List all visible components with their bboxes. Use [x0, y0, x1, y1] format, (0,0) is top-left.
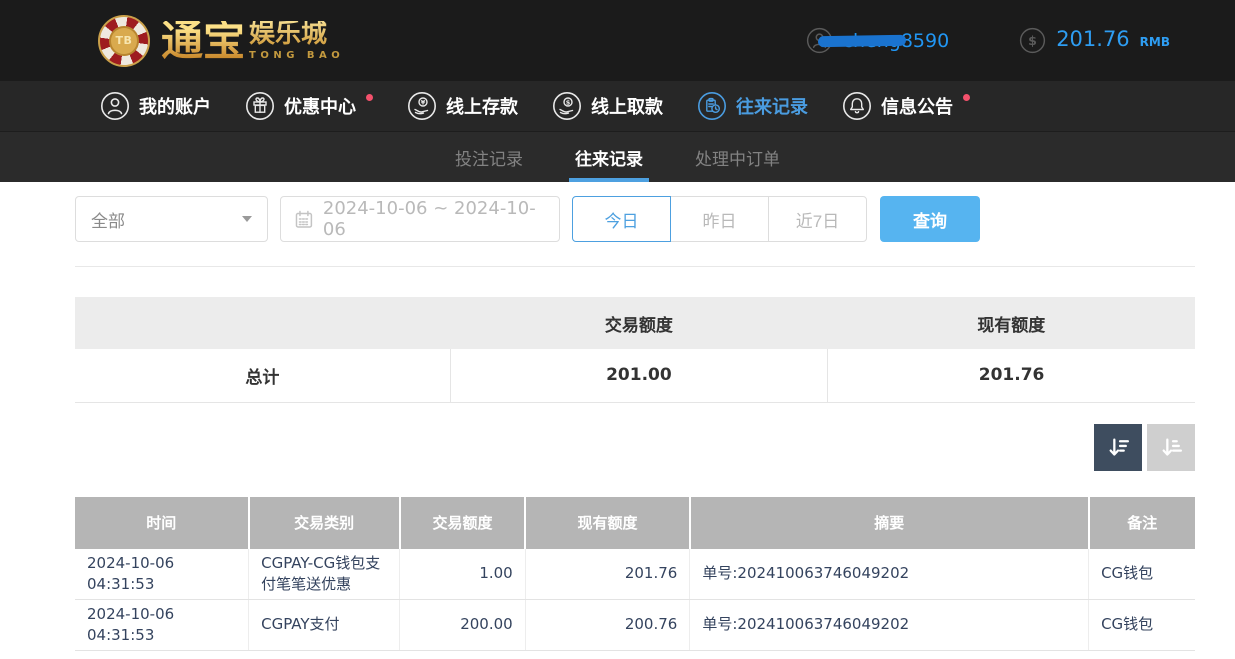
account-icon	[101, 92, 129, 120]
poker-chip-icon: TB	[98, 14, 150, 67]
search-button[interactable]: 查询	[880, 196, 980, 242]
cell-time: 2024-10-06 04:31:53	[75, 599, 249, 651]
col-type: 交易类别	[247, 496, 400, 549]
notification-dot	[366, 94, 373, 101]
cell-balance: 200.76	[524, 599, 690, 651]
sort-ascending-button[interactable]	[1147, 423, 1195, 471]
cell-type: CGPAY支付	[248, 599, 400, 651]
col-note: 备注	[1087, 496, 1195, 549]
summary-header-row: 交易额度 现有额度	[75, 297, 1195, 349]
col-balance: 现有额度	[524, 496, 690, 549]
header-account-area: cheng8590 $ 201.76 RMB	[806, 27, 1170, 54]
nav-item-my-account[interactable]: 我的账户	[100, 91, 211, 121]
svg-text:$: $	[1028, 33, 1037, 48]
summary-header-empty	[75, 297, 451, 349]
nav-item-transactions[interactable]: 往来记录	[697, 91, 808, 121]
withdraw-icon: $	[553, 92, 581, 120]
nav-label: 优惠中心	[284, 97, 356, 118]
today-button[interactable]: 今日	[572, 196, 671, 242]
sort-controls	[75, 423, 1195, 471]
nav-item-promotions[interactable]: 优惠中心	[245, 91, 373, 121]
records-table: 时间 交易类别 交易额度 现有额度 摘要 备注 2024-10-06 04:31…	[75, 496, 1195, 651]
table-row: 2024-10-06 04:31:53 CGPAY支付 200.00 200.7…	[75, 599, 1195, 651]
cell-summary: 单号:202410063746049202	[689, 548, 1089, 600]
date-range-value: 2024-10-06 ~ 2024-10-06	[322, 198, 536, 240]
chip-tb-label: TB	[109, 25, 139, 56]
col-summary: 摘要	[688, 496, 1089, 549]
summary-total-label: 总计	[75, 349, 451, 403]
svg-text:$: $	[566, 98, 571, 106]
cell-summary: 单号:202410063746049202	[689, 599, 1089, 651]
logo-text: 通宝 娱乐城 TONG BAO	[161, 15, 345, 65]
nav-label: 线上取款	[591, 97, 663, 118]
svg-text:¥: ¥	[421, 98, 426, 106]
date-range-input[interactable]: 2024-10-06 ~ 2024-10-06	[280, 196, 560, 242]
content-area: 全部 2024-10-06 ~ 2024-10-06 今日 昨日 近7日 查询	[0, 182, 1235, 651]
tab-pending-orders[interactable]: 处理中订单	[689, 132, 786, 182]
balance[interactable]: $ 201.76 RMB	[1019, 27, 1170, 54]
summary-total-row: 总计 201.00 201.76	[75, 349, 1195, 403]
cell-note: CG钱包	[1088, 599, 1195, 651]
gift-icon	[246, 92, 274, 120]
sort-ascending-icon	[1162, 438, 1182, 456]
site-logo: TB 通宝 娱乐城 TONG BAO	[98, 14, 345, 67]
table-row: 2024-10-06 04:31:53 CGPAY-CG钱包支付笔笔送优惠 1.…	[75, 548, 1195, 600]
filter-bar: 全部 2024-10-06 ~ 2024-10-06 今日 昨日 近7日 查询	[75, 196, 1195, 242]
logo-title-main: 通宝	[161, 15, 246, 65]
sort-descending-button[interactable]	[1094, 423, 1142, 471]
summary-header-balance: 现有额度	[827, 297, 1195, 349]
nav-label: 信息公告	[881, 97, 953, 118]
chevron-down-icon	[242, 216, 252, 222]
nav-label: 往来记录	[736, 97, 808, 118]
redaction-bar	[817, 34, 906, 47]
type-select-value: 全部	[91, 211, 125, 232]
user-account[interactable]: cheng8590	[806, 27, 949, 54]
summary-balance-total: 201.76	[827, 349, 1195, 403]
quick-range-group: 今日 昨日 近7日	[572, 196, 867, 242]
nav-item-withdraw[interactable]: $ 线上取款	[552, 91, 663, 121]
deposit-icon: ¥	[408, 92, 436, 120]
currency-icon: $	[1020, 27, 1046, 54]
nav-item-announcements[interactable]: 信息公告	[842, 91, 970, 121]
cell-amount: 200.00	[399, 599, 526, 651]
calendar-icon	[295, 210, 313, 228]
last7days-button[interactable]: 近7日	[768, 196, 867, 242]
col-time: 时间	[75, 496, 249, 549]
tab-bet-records[interactable]: 投注记录	[449, 132, 529, 182]
summary-table: 交易额度 现有额度 总计 201.00 201.76	[75, 297, 1195, 403]
bell-icon	[843, 92, 871, 120]
cell-amount: 1.00	[399, 548, 526, 600]
balance-amount: 201.76	[1056, 27, 1130, 51]
nav-label: 线上存款	[446, 97, 518, 118]
section-divider	[75, 266, 1195, 267]
sub-tabs: 投注记录 往来记录 处理中订单	[0, 132, 1235, 182]
logo-title-sub: 娱乐城	[249, 21, 344, 47]
cell-time: 2024-10-06 04:31:53	[75, 548, 249, 600]
main-nav: 我的账户 优惠中心 ¥ 线上存款 $ 线上取款 往来记录 信息公告	[0, 81, 1235, 132]
type-select[interactable]: 全部	[75, 196, 268, 242]
notification-dot	[963, 94, 970, 101]
cell-type: CGPAY-CG钱包支付笔笔送优惠	[248, 548, 400, 600]
summary-trade-total: 201.00	[449, 349, 828, 403]
sort-descending-icon	[1109, 438, 1129, 456]
balance-currency: RMB	[1139, 35, 1170, 49]
col-amount: 交易额度	[398, 496, 526, 549]
cell-note: CG钱包	[1088, 548, 1195, 600]
nav-label: 我的账户	[139, 97, 211, 118]
records-header-row: 时间 交易类别 交易额度 现有额度 摘要 备注	[75, 496, 1195, 549]
yesterday-button[interactable]: 昨日	[670, 196, 769, 242]
summary-header-trade: 交易额度	[450, 297, 828, 349]
top-header: TB 通宝 娱乐城 TONG BAO cheng8590 $ 201.76 RM	[0, 0, 1235, 81]
tab-transaction-records[interactable]: 往来记录	[569, 132, 649, 182]
records-icon	[698, 92, 726, 120]
nav-item-deposit[interactable]: ¥ 线上存款	[407, 91, 518, 121]
cell-balance: 201.76	[524, 548, 690, 600]
logo-title-en: TONG BAO	[249, 49, 345, 61]
